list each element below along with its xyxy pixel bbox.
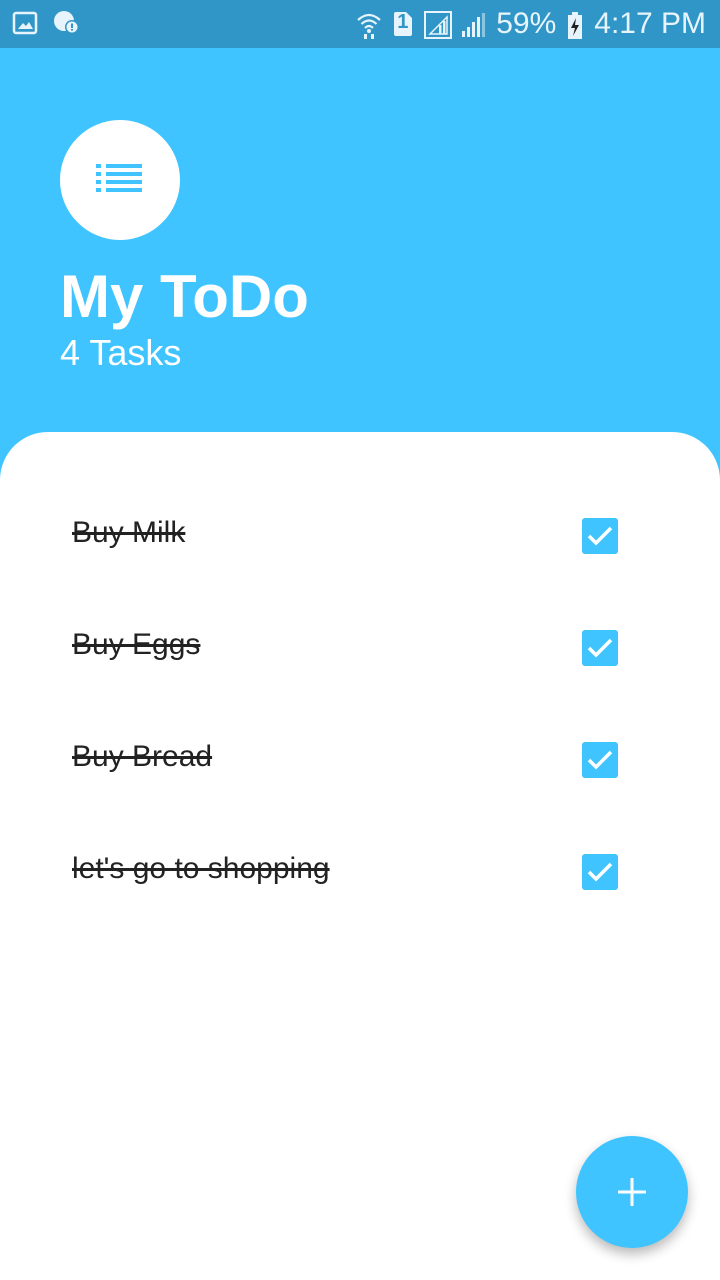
add-task-button[interactable] [576,1136,688,1248]
chat-alert-icon [52,10,79,36]
task-label: let's go to shopping [72,852,330,885]
task-checkbox[interactable] [582,854,618,890]
header: My ToDo 4 Tasks [0,48,720,448]
status-system: 1 59% 4:17 PM [356,0,706,48]
task-list: Buy Milk Buy Eggs Buy Bread let's go to … [0,488,720,936]
battery-charging-icon [566,11,584,39]
task-checkbox[interactable] [582,630,618,666]
plus-icon [618,1178,646,1206]
check-icon [587,638,613,658]
task-label: Buy Eggs [72,628,201,661]
list-icon [96,162,144,199]
app-logo [60,120,180,240]
check-icon [587,862,613,882]
task-label: Buy Milk [72,516,186,549]
battery-percent: 59% [496,7,557,40]
clock: 4:17 PM [594,7,706,40]
wifi-icon [356,11,382,39]
task-checkbox[interactable] [582,742,618,778]
task-item[interactable]: Buy Milk [0,488,720,600]
page-title: My ToDo [60,263,309,330]
sim-slot-label: 1 [397,11,409,33]
signal-icon [460,11,486,37]
task-label: Buy Bread [72,740,213,773]
check-icon [587,750,613,770]
check-icon [587,526,613,546]
gallery-icon [12,10,38,36]
status-notifications [12,10,79,36]
task-item[interactable]: Buy Eggs [0,600,720,712]
task-count: 4 Tasks [60,332,182,373]
signal-icon [424,11,453,39]
task-item[interactable]: let's go to shopping [0,824,720,936]
status-bar: 1 59% 4:17 PM [0,0,720,48]
task-checkbox[interactable] [582,518,618,554]
sim-icon: 1 [392,11,414,37]
task-item[interactable]: Buy Bread [0,712,720,824]
